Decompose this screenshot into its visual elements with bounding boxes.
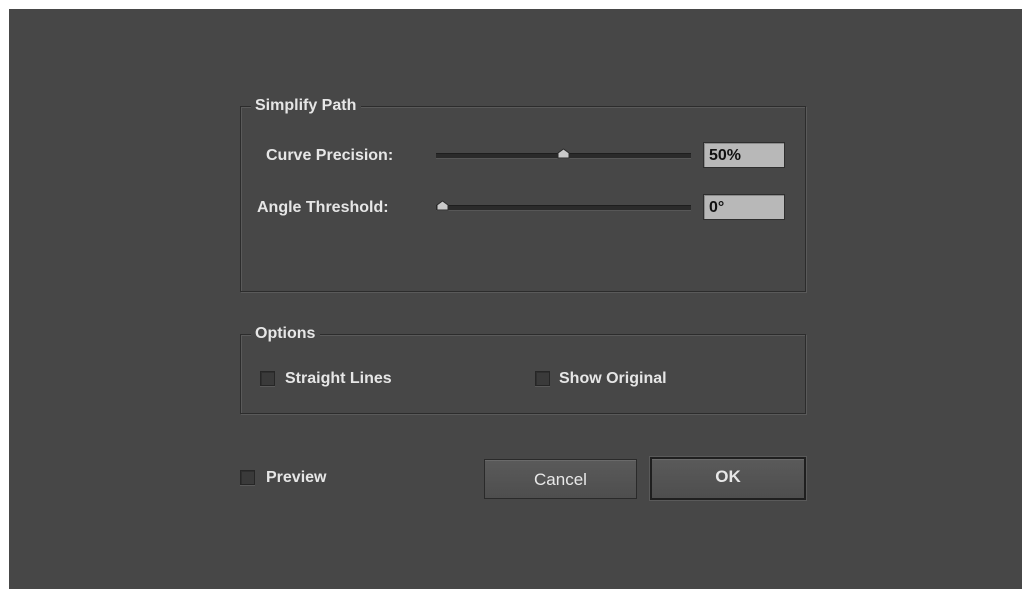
angle-threshold-slider[interactable] (436, 205, 691, 211)
show-original-checkbox[interactable] (535, 371, 550, 386)
angle-threshold-input[interactable]: 0° (703, 194, 785, 220)
straight-lines-checkbox[interactable] (260, 371, 275, 386)
curve-precision-label: Curve Precision: (266, 147, 394, 164)
angle-threshold-slider-thumb-icon[interactable] (436, 200, 449, 211)
simplify-dialog: Simplify Path Curve Precision: 50% Angle… (9, 9, 1022, 589)
ok-button[interactable]: OK (650, 457, 806, 500)
cancel-button[interactable]: Cancel (484, 459, 637, 499)
curve-precision-input[interactable]: 50% (703, 142, 785, 168)
preview-checkbox[interactable] (240, 470, 255, 485)
options-title: Options (251, 323, 321, 345)
curve-precision-slider-thumb-icon[interactable] (557, 148, 570, 159)
straight-lines-label[interactable]: Straight Lines (285, 369, 392, 389)
simplify-path-title: Simplify Path (251, 95, 362, 117)
preview-label[interactable]: Preview (266, 468, 326, 488)
angle-threshold-label: Angle Threshold: (257, 199, 389, 216)
show-original-label[interactable]: Show Original (559, 369, 667, 389)
